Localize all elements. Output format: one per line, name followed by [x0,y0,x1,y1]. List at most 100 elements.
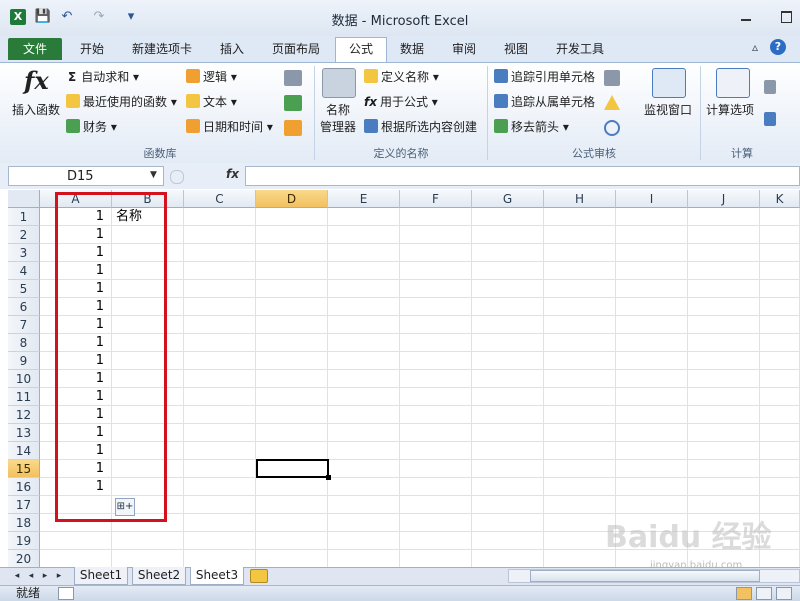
row-header-9[interactable]: 9 [8,352,40,370]
tab-formulas[interactable]: 公式 [335,37,387,63]
column-header-h[interactable]: H [544,190,616,208]
recent-functions-button[interactable]: 最近使用的函数 ▾ [66,92,177,112]
page-layout-view-icon[interactable] [756,587,772,600]
column-header-e[interactable]: E [328,190,400,208]
autosum-button[interactable]: Σ 自动求和 ▾ [68,67,139,87]
datetime-button[interactable]: 日期和时间 ▾ [186,117,273,137]
normal-view-icon[interactable] [736,587,752,600]
column-header-g[interactable]: G [472,190,544,208]
cancel-entry-icon[interactable] [170,170,184,184]
macro-record-icon[interactable] [58,587,74,600]
column-header-d[interactable]: D [256,190,328,208]
use-in-formula-label: 用于公式 [379,95,428,109]
calc-sheet-icon[interactable] [764,112,776,126]
last-sheet-icon[interactable]: ▸ [54,569,64,583]
status-text: 就绪 [16,586,41,600]
tab-insert[interactable]: 插入 [212,38,252,60]
financial-icon [66,119,80,133]
autosum-label: 自动求和 [81,70,130,84]
more-functions-icon[interactable] [284,120,302,136]
row-header-10[interactable]: 10 [8,370,40,388]
column-header-c[interactable]: C [184,190,256,208]
row-header-7[interactable]: 7 [8,316,40,334]
scrollbar-thumb[interactable] [530,570,760,582]
math-trig-icon[interactable] [284,95,302,111]
define-name-button[interactable]: 定义名称 ▾ [364,67,439,87]
trace-precedents-label: 追踪引用单元格 [511,70,596,84]
formula-input[interactable] [245,166,800,186]
insert-sheet-icon[interactable] [250,569,268,583]
help-icon[interactable]: ? [770,39,786,55]
group-separator [700,66,701,160]
name-box[interactable]: D15 [8,166,164,186]
tab-view[interactable]: 视图 [496,38,536,60]
row-header-20[interactable]: 20 [8,550,40,568]
row-header-13[interactable]: 13 [8,424,40,442]
row-header-18[interactable]: 18 [8,514,40,532]
tab-developer[interactable]: 开发工具 [550,38,610,60]
row-header-3[interactable]: 3 [8,244,40,262]
clock-icon [186,119,200,133]
insert-function-fx-icon[interactable]: fx [226,167,242,181]
row-header-12[interactable]: 12 [8,406,40,424]
column-header-f[interactable]: F [400,190,472,208]
auto-fill-options-icon[interactable]: ⊞+ [115,498,135,516]
next-sheet-icon[interactable]: ▸ [40,569,50,583]
financial-button[interactable]: 财务 ▾ [66,117,117,137]
evaluate-formula-icon[interactable] [604,120,620,136]
calculation-group-label: 计算 [731,147,753,160]
insert-function-button[interactable]: 插入函数 [12,100,60,120]
select-all-corner[interactable] [8,190,40,208]
row-header-5[interactable]: 5 [8,280,40,298]
row-header-17[interactable]: 17 [8,496,40,514]
logical-button[interactable]: 逻辑 ▾ [186,67,237,87]
trace-dependents-button[interactable]: 追踪从属单元格 [494,92,595,112]
collapse-ribbon-icon[interactable]: ▵ [752,40,758,54]
first-sheet-icon[interactable]: ◂ [12,569,22,583]
page-break-view-icon[interactable] [776,587,792,600]
tab-review[interactable]: 审阅 [444,38,484,60]
row-header-4[interactable]: 4 [8,262,40,280]
tab-data[interactable]: 数据 [392,38,432,60]
show-formulas-icon[interactable] [604,70,620,86]
sheet-tab-3[interactable]: Sheet3 [190,567,244,585]
use-in-formula-button[interactable]: fx 用于公式 ▾ [364,92,438,112]
watch-window-button[interactable]: 监视窗口 [644,100,692,120]
text-button[interactable]: 文本 ▾ [186,92,237,112]
active-cell[interactable] [256,459,329,478]
trace-precedents-button[interactable]: 追踪引用单元格 [494,67,595,87]
tab-page-layout[interactable]: 页面布局 [264,38,328,60]
maximize-icon[interactable] [780,10,794,24]
tab-new[interactable]: 新建选项卡 [124,38,200,60]
sheet-tab-2[interactable]: Sheet2 [132,567,186,585]
calc-now-icon[interactable] [764,80,776,94]
row-header-19[interactable]: 19 [8,532,40,550]
row-header-1[interactable]: 1 [8,208,40,226]
sheet-tab-1[interactable]: Sheet1 [74,567,128,585]
chevron-down-icon[interactable]: ▼ [150,170,160,182]
row-header-15[interactable]: 15 [8,460,40,478]
column-header-j[interactable]: J [688,190,760,208]
row-header-6[interactable]: 6 [8,298,40,316]
create-from-selection-button[interactable]: 根据所选内容创建 [364,117,477,137]
trace-dependents-label: 追踪从属单元格 [511,95,596,109]
column-header-k[interactable]: K [760,190,800,208]
lookup-icon[interactable] [284,70,302,86]
sigma-icon: Σ [68,70,77,84]
group-separator [314,66,315,160]
tab-home[interactable]: 开始 [72,38,112,60]
prev-sheet-icon[interactable]: ◂ [26,569,36,583]
row-header-16[interactable]: 16 [8,478,40,496]
fill-handle[interactable] [326,475,331,480]
tab-file[interactable]: 文件 [8,38,62,60]
row-header-11[interactable]: 11 [8,388,40,406]
row-header-8[interactable]: 8 [8,334,40,352]
row-header-14[interactable]: 14 [8,442,40,460]
row-header-2[interactable]: 2 [8,226,40,244]
error-checking-icon[interactable] [604,95,620,110]
name-manager-label-2[interactable]: 管理器 [320,117,356,137]
minimize-icon[interactable] [740,10,754,24]
remove-arrows-button[interactable]: 移去箭头 ▾ [494,117,569,137]
calc-options-button[interactable]: 计算选项 [706,100,754,120]
column-header-i[interactable]: I [616,190,688,208]
